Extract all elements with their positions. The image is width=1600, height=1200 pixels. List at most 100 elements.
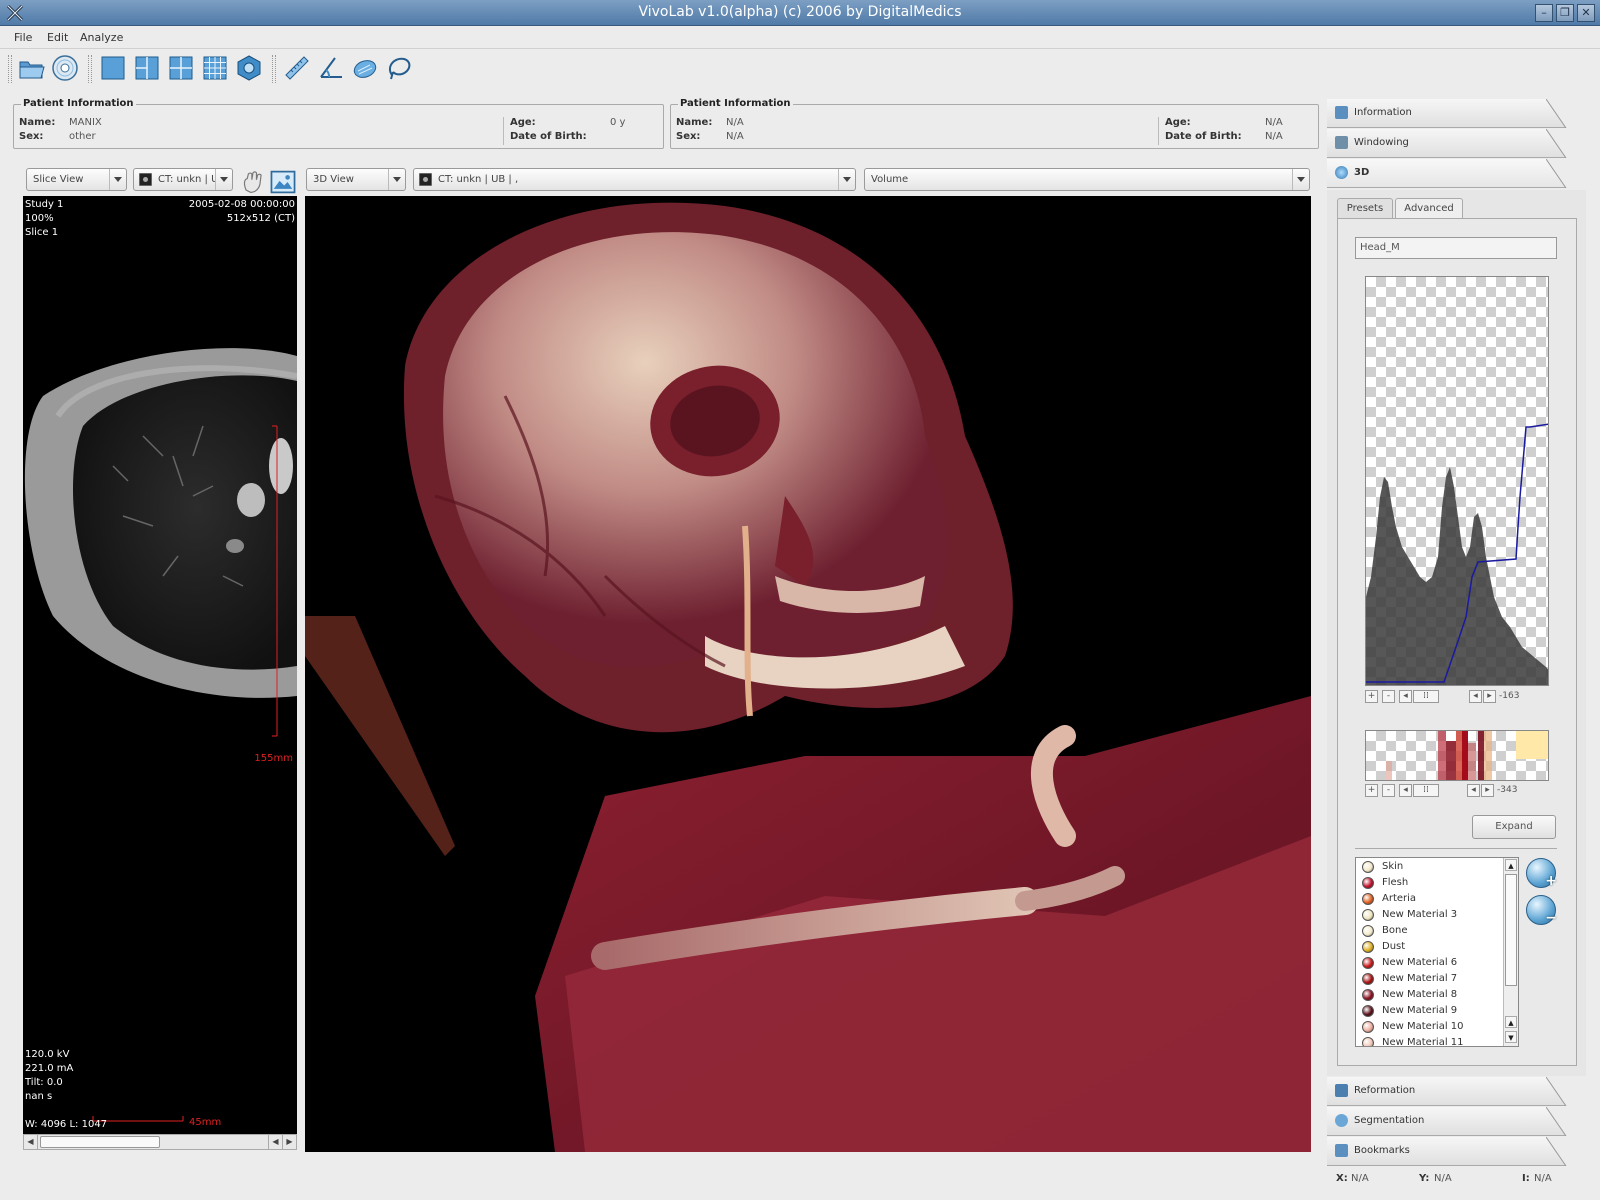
material-item[interactable]: New Material 9: [1356, 1003, 1504, 1019]
material-item[interactable]: New Material 7: [1356, 971, 1504, 987]
material-color-swatch[interactable]: [1362, 1021, 1374, 1033]
roi-ellipse-icon[interactable]: [350, 53, 380, 83]
zoom-out-button[interactable]: -: [1382, 784, 1395, 797]
layout-split-icon[interactable]: [132, 53, 162, 83]
material-item[interactable]: New Material 8: [1356, 987, 1504, 1003]
material-list[interactable]: Skin Flesh Arteria New Material 3 Bone Dust Ne…: [1355, 857, 1519, 1047]
transfer-function-graph[interactable]: [1365, 276, 1549, 686]
series-thumbnail-icon: [419, 173, 432, 186]
maximize-button[interactable]: ❐: [1556, 4, 1574, 22]
layout-quad-icon[interactable]: [166, 53, 196, 83]
material-label: New Material 10: [1382, 1021, 1464, 1032]
tab-presets[interactable]: Presets: [1337, 198, 1393, 218]
material-color-swatch[interactable]: [1362, 1005, 1374, 1017]
close-button[interactable]: ✕: [1577, 4, 1595, 22]
zoom-in-button[interactable]: +: [1365, 690, 1378, 703]
material-item[interactable]: Arteria: [1356, 891, 1504, 907]
scroll-thumb[interactable]: [40, 1136, 160, 1148]
material-color-swatch[interactable]: [1362, 957, 1374, 969]
expand-button[interactable]: Expand: [1472, 815, 1556, 839]
material-color-swatch[interactable]: [1362, 861, 1374, 873]
open-folder-icon[interactable]: [16, 53, 46, 83]
tab-3d[interactable]: 3D: [1327, 159, 1586, 188]
scroll-down-icon[interactable]: ▼: [1505, 1031, 1517, 1043]
divider: [1158, 117, 1159, 145]
exposure-time: nan s: [25, 1091, 53, 1102]
tab-windowing[interactable]: Windowing: [1327, 129, 1586, 158]
scroll-right-icon[interactable]: ▸: [1483, 690, 1496, 703]
lasso-icon[interactable]: [384, 53, 414, 83]
scroll-left-icon[interactable]: ◂: [1467, 784, 1480, 797]
matrix-size: 512x512 (CT): [226, 213, 295, 224]
study-datetime: 2005-02-08 00:00:00: [188, 199, 295, 210]
material-item[interactable]: New Material 10: [1356, 1019, 1504, 1035]
scroll-left-icon[interactable]: ◂: [1399, 784, 1412, 797]
bookmark-icon: [1335, 1144, 1348, 1157]
menu-file[interactable]: File: [12, 30, 34, 45]
tab-advanced[interactable]: Advanced: [1395, 198, 1463, 218]
scroll-up-icon[interactable]: ▲: [1505, 1016, 1517, 1028]
slice-number: Slice 1: [25, 227, 59, 238]
slice-view-type-select[interactable]: Slice View: [26, 168, 127, 191]
material-item[interactable]: Flesh: [1356, 875, 1504, 891]
segmentation-icon: [1335, 1114, 1348, 1127]
render-mode-select[interactable]: Volume: [864, 168, 1310, 191]
tab-bookmarks[interactable]: Bookmarks: [1327, 1137, 1586, 1166]
material-color-swatch[interactable]: [1362, 909, 1374, 921]
material-item[interactable]: Bone: [1356, 923, 1504, 939]
tab-corner: [1546, 129, 1586, 158]
material-item[interactable]: New Material 3: [1356, 907, 1504, 923]
material-color-swatch[interactable]: [1362, 925, 1374, 937]
slice-series-select[interactable]: CT: unkn | U: [133, 168, 233, 191]
material-color-swatch[interactable]: [1362, 989, 1374, 1001]
scroll-left-icon[interactable]: ◂: [1469, 690, 1482, 703]
add-material-button[interactable]: +: [1526, 858, 1557, 889]
zoom-in-button[interactable]: +: [1365, 784, 1378, 797]
dob-label: Date of Birth:: [1165, 131, 1242, 142]
material-item[interactable]: New Material 11: [1356, 1035, 1504, 1046]
material-item[interactable]: Dust: [1356, 939, 1504, 955]
material-color-swatch[interactable]: [1362, 1037, 1374, 1046]
material-list-scrollbar[interactable]: ▲ ▲ ▼: [1503, 858, 1518, 1046]
material-color-swatch[interactable]: [1362, 941, 1374, 953]
ruler-icon[interactable]: [282, 53, 312, 83]
graph-scroll-thumb[interactable]: ⁞⁞: [1413, 690, 1439, 703]
layout-single-icon[interactable]: [98, 53, 128, 83]
scroll-left-icon[interactable]: ◂: [1399, 690, 1412, 703]
tab-reformation[interactable]: Reformation: [1327, 1077, 1586, 1106]
slice-scrollbar[interactable]: ◀ ◀ ▶: [23, 1134, 297, 1150]
material-color-swatch[interactable]: [1362, 973, 1374, 985]
scroll-right-icon[interactable]: ▸: [1481, 784, 1494, 797]
material-label: Flesh: [1382, 877, 1409, 888]
material-item[interactable]: Skin: [1356, 859, 1504, 875]
3d-view-type-select[interactable]: 3D View: [306, 168, 406, 191]
color-transfer-strip[interactable]: [1365, 730, 1549, 781]
scroll-up-icon[interactable]: ▲: [1505, 859, 1517, 871]
slice-viewport[interactable]: Study 1 2005-02-08 00:00:00 100% 512x512…: [23, 196, 297, 1136]
tab-segmentation[interactable]: Segmentation: [1327, 1107, 1586, 1136]
cd-import-icon[interactable]: [50, 53, 80, 83]
material-color-swatch[interactable]: [1362, 877, 1374, 889]
scroll-thumb[interactable]: [1505, 874, 1517, 986]
strip-scroll-thumb[interactable]: ⁞⁞: [1413, 784, 1439, 797]
minimize-button[interactable]: –: [1535, 4, 1553, 22]
snapshot-image-icon[interactable]: [268, 167, 296, 194]
layout-grid-icon[interactable]: [200, 53, 230, 83]
material-item[interactable]: New Material 6: [1356, 955, 1504, 971]
preset-name-field[interactable]: Head_M: [1355, 237, 1557, 259]
scroll-left-icon[interactable]: ◀: [268, 1135, 282, 1149]
remove-material-button[interactable]: −: [1526, 895, 1557, 926]
tab-information[interactable]: Information: [1327, 99, 1586, 128]
3d-series-select[interactable]: CT: unkn | UB | ,: [413, 168, 856, 191]
zoom-out-button[interactable]: -: [1382, 690, 1395, 703]
angle-icon[interactable]: [316, 53, 346, 83]
tab-corner: [1546, 1137, 1586, 1166]
menu-analyze[interactable]: Analyze: [78, 30, 125, 45]
material-color-swatch[interactable]: [1362, 893, 1374, 905]
scroll-left-icon[interactable]: ◀: [24, 1135, 38, 1149]
view-3d-icon[interactable]: [234, 53, 264, 83]
3d-viewport[interactable]: [305, 196, 1311, 1152]
pan-hand-icon[interactable]: [238, 167, 264, 193]
menu-edit[interactable]: Edit: [45, 30, 70, 45]
scroll-right-icon[interactable]: ▶: [282, 1135, 296, 1149]
